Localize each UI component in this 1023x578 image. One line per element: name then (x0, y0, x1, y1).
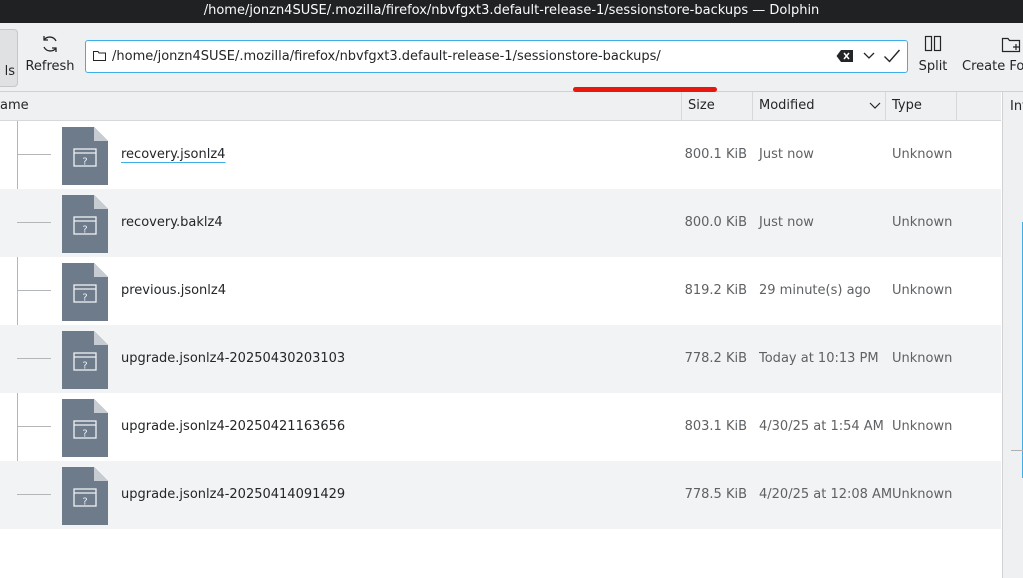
file-row[interactable]: ? recovery.baklz4 800.0 KiB Just now Unk… (0, 189, 1001, 257)
unknown-file-icon: ? (62, 399, 108, 457)
svg-text:?: ? (82, 429, 87, 440)
file-size: 803.1 KiB (684, 419, 747, 434)
sort-chevron-down-icon[interactable] (869, 102, 881, 110)
svg-text:?: ? (82, 157, 87, 168)
information-panel: Inf (1002, 92, 1023, 578)
file-modified: 29 minute(s) ago (759, 283, 871, 298)
clear-text-icon[interactable] (836, 49, 854, 63)
column-header: ame Size Modified Type (0, 92, 1001, 121)
details-view-button[interactable]: ls (0, 29, 18, 87)
column-divider[interactable] (681, 92, 682, 120)
tree-line (17, 494, 51, 495)
chevron-down-icon[interactable] (862, 50, 876, 62)
confirm-check-icon[interactable] (883, 48, 901, 64)
file-type: Unknown (892, 283, 953, 298)
split-label: Split (918, 59, 948, 74)
file-modified: Today at 10:13 PM (759, 351, 879, 366)
column-type[interactable]: Type (892, 92, 922, 120)
refresh-button[interactable]: Refresh (22, 33, 78, 81)
refresh-icon (43, 36, 57, 52)
file-name: upgrade.jsonlz4-20250430203103 (121, 351, 346, 366)
file-type: Unknown (892, 215, 953, 230)
new-folder-icon (1001, 37, 1021, 53)
unknown-file-icon: ? (62, 195, 108, 253)
file-size: 800.0 KiB (684, 215, 747, 230)
main-toolbar: ls Refresh /home/jonzn4SUSE/.mozilla/fir… (0, 23, 1023, 92)
file-size: 778.2 KiB (684, 351, 747, 366)
file-size: 819.2 KiB (684, 283, 747, 298)
file-row[interactable]: ? upgrade.jsonlz4-20250430203103 778.2 K… (0, 325, 1001, 393)
column-size[interactable]: Size (688, 92, 715, 120)
file-modified: 4/30/25 at 1:54 AM (759, 419, 884, 434)
refresh-label: Refresh (25, 59, 75, 74)
file-size: 800.1 KiB (684, 147, 747, 162)
svg-text:?: ? (82, 497, 87, 508)
unknown-file-icon: ? (62, 331, 108, 389)
file-row[interactable]: ? previous.jsonlz4 819.2 KiB 29 minute(s… (0, 257, 1001, 325)
folder-icon (93, 51, 106, 61)
split-view-icon (924, 35, 942, 52)
file-modified: Just now (759, 147, 814, 162)
file-type: Unknown (892, 419, 953, 434)
svg-text:?: ? (82, 293, 87, 304)
unknown-file-icon: ? (62, 127, 108, 185)
file-type: Unknown (892, 351, 953, 366)
file-row[interactable]: ? recovery.jsonlz4 800.1 KiB Just now Un… (0, 121, 1001, 189)
column-modified[interactable]: Modified (759, 92, 814, 120)
file-name: recovery.baklz4 (121, 215, 223, 230)
file-size: 778.5 KiB (684, 487, 747, 502)
file-row[interactable]: ? upgrade.jsonlz4-20250414091429 778.5 K… (0, 461, 1001, 529)
file-name: upgrade.jsonlz4-20250414091429 (121, 487, 346, 502)
create-folder-label: Create Fo (962, 59, 1023, 74)
file-type: Unknown (892, 487, 953, 502)
file-name: upgrade.jsonlz4-20250421163656 (121, 419, 346, 434)
tree-line (17, 154, 51, 155)
file-modified: Just now (759, 215, 814, 230)
location-path-text[interactable]: /home/jonzn4SUSE/.mozilla/firefox/nbvfgx… (112, 41, 661, 72)
information-panel-label: Inf (1010, 99, 1023, 114)
tree-line (17, 426, 51, 427)
file-name: previous.jsonlz4 (121, 283, 226, 298)
tree-line (17, 358, 51, 359)
svg-text:?: ? (82, 225, 87, 236)
split-button[interactable]: Split (912, 33, 954, 81)
column-divider[interactable] (956, 92, 957, 120)
column-name[interactable]: ame (0, 92, 29, 120)
column-divider[interactable] (885, 92, 886, 120)
file-type: Unknown (892, 147, 953, 162)
svg-text:?: ? (82, 361, 87, 372)
unknown-file-icon: ? (62, 263, 108, 321)
tree-line (17, 290, 51, 291)
unknown-file-icon: ? (62, 467, 108, 525)
location-bar[interactable]: /home/jonzn4SUSE/.mozilla/firefox/nbvfgx… (85, 40, 908, 92)
details-view-label: ls (4, 64, 15, 79)
file-modified: 4/20/25 at 12:08 AM (759, 487, 893, 502)
panel-divider (1011, 450, 1023, 451)
file-row[interactable]: ? upgrade.jsonlz4-20250421163656 803.1 K… (0, 393, 1001, 461)
column-divider[interactable] (752, 92, 753, 120)
tree-line (17, 222, 51, 223)
file-name: recovery.jsonlz4 (121, 147, 226, 162)
create-folder-button[interactable]: Create Fo (962, 33, 1023, 81)
window-title: /home/jonzn4SUSE/.mozilla/firefox/nbvfgx… (0, 0, 1023, 23)
